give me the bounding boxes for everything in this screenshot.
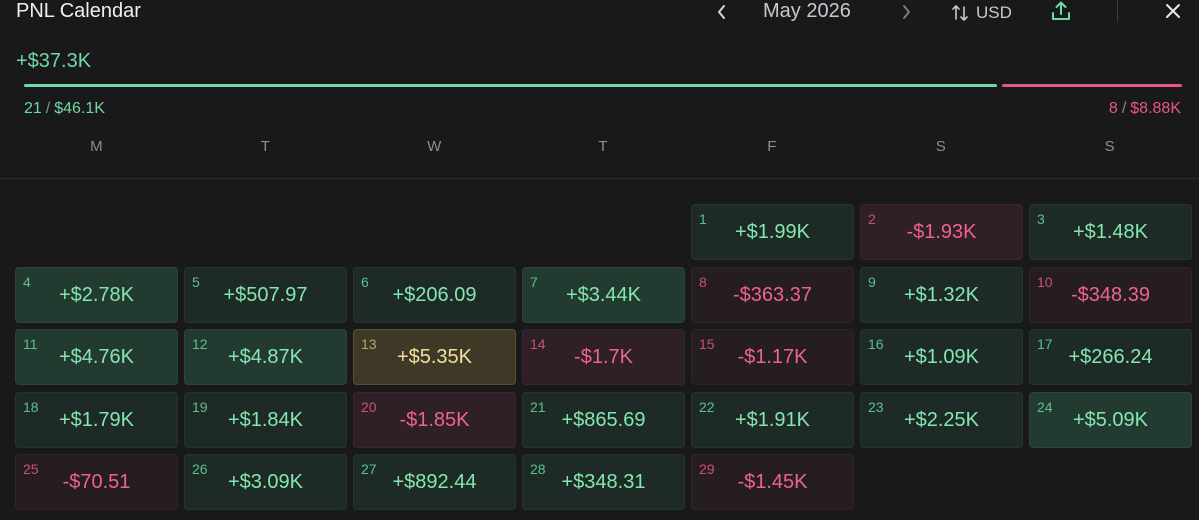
currency-toggle[interactable]: USD: [950, 1, 1012, 25]
calendar-day-cell[interactable]: 25 -$70.51: [15, 454, 178, 510]
day-pnl-value: +$1.48K: [1072, 221, 1149, 243]
day-pnl-value: +$4.87K: [227, 346, 304, 368]
page-title: PNL Calendar: [16, 0, 141, 22]
day-pnl-value: -$70.51: [62, 471, 131, 493]
calendar-day-cell[interactable]: 15 -$1.17K: [691, 329, 854, 385]
month-label: May 2026: [763, 0, 851, 22]
day-pnl-value: +$1.09K: [903, 346, 980, 368]
currency-label: USD: [976, 3, 1012, 22]
calendar-day-cell[interactable]: 14 -$1.7K: [522, 329, 685, 385]
day-pnl-value: +$1.99K: [734, 221, 811, 243]
day-pnl-value: -$348.39: [1071, 283, 1150, 306]
calendar-day-cell[interactable]: 13 +$5.35K: [353, 329, 516, 385]
calendar-day-cell[interactable]: 26 +$3.09K: [184, 454, 347, 510]
calendar-day-cell[interactable]: 8 -$363.37: [691, 266, 854, 323]
weekday-tue: T: [260, 138, 270, 155]
weekday-thu: T: [598, 138, 608, 155]
day-pnl-value: +$3.44K: [565, 283, 642, 306]
day-pnl-value: -$1.93K: [906, 221, 977, 243]
calendar-day-cell[interactable]: 28 +$348.31: [522, 454, 685, 510]
calendar-day-cell[interactable]: 11 +$4.76K: [15, 329, 178, 385]
calendar-day-cell[interactable]: 22 +$1.91K: [691, 391, 854, 448]
calendar-day-cell[interactable]: 3 +$1.48K: [1029, 204, 1192, 260]
loss-amount: $8.88K: [1130, 100, 1181, 117]
total-pnl: +$37.3K: [16, 50, 92, 72]
share-button[interactable]: [1050, 0, 1072, 22]
weekday-mon: M: [90, 138, 103, 155]
day-pnl-value: -$1.17K: [737, 346, 808, 368]
calendar-day-cell[interactable]: 21 +$865.69: [522, 391, 685, 448]
calendar-day-cell[interactable]: 6 +$206.09: [353, 266, 516, 323]
win-separator: /: [45, 100, 51, 117]
day-pnl-value: +$865.69: [561, 408, 646, 431]
loss-separator: /: [1121, 100, 1127, 117]
calendar-day-cell[interactable]: 9 +$1.32K: [860, 266, 1023, 323]
calendar-day-cell[interactable]: 7 +$3.44K: [522, 266, 685, 323]
calendar-day-cell[interactable]: 1 +$1.99K: [691, 204, 854, 260]
loss-ratio-bar: [1002, 84, 1182, 87]
day-pnl-value: +$2.25K: [903, 408, 980, 431]
calendar-day-cell[interactable]: 29 -$1.45K: [691, 454, 854, 510]
calendar-day-cell[interactable]: 23 +$2.25K: [860, 391, 1023, 448]
close-button[interactable]: [1163, 0, 1183, 22]
win-ratio-bar: [24, 84, 997, 87]
weekday-wed: W: [427, 138, 442, 155]
day-pnl-value: +$5.09K: [1072, 408, 1149, 431]
pnl-calendar-panel: PNL Calendar May 2026 USD +$37.3K 21/$46…: [0, 0, 1199, 520]
header-divider: [1117, 0, 1118, 22]
day-pnl-value: -$1.7K: [574, 346, 633, 368]
day-pnl-value: -$1.85K: [399, 408, 470, 431]
chevron-left-icon: [718, 5, 725, 19]
day-pnl-value: +$348.31: [561, 471, 646, 493]
chevron-right-icon: [903, 5, 910, 19]
weekday-sat: S: [935, 138, 946, 155]
day-pnl-value: +$4.76K: [58, 346, 135, 368]
prev-month-button[interactable]: [712, 0, 732, 24]
day-pnl-value: +$1.91K: [734, 408, 811, 431]
win-amount: $46.1K: [54, 100, 105, 117]
calendar-day-cell[interactable]: 16 +$1.09K: [860, 329, 1023, 385]
day-pnl-value: +$206.09: [392, 283, 477, 306]
calendar-day-cell[interactable]: 24 +$5.09K: [1029, 391, 1192, 448]
calendar-day-cell[interactable]: 20 -$1.85K: [353, 391, 516, 448]
calendar-day-cell[interactable]: 5 +$507.97: [184, 266, 347, 323]
win-stat: 21/$46.1K: [24, 100, 105, 118]
calendar-day-cell[interactable]: 18 +$1.79K: [15, 391, 178, 448]
calendar-day-cell[interactable]: 4 +$2.78K: [15, 266, 178, 323]
calendar-day-cell[interactable]: 2 -$1.93K: [860, 204, 1023, 260]
loss-days-count: 8: [1108, 100, 1118, 117]
day-pnl-value: +$1.32K: [903, 283, 980, 306]
weekday-header: M T W T F S S: [12, 138, 1194, 155]
day-pnl-value: +$892.44: [392, 471, 477, 493]
next-month-button[interactable]: [896, 0, 916, 24]
day-pnl-value: -$1.45K: [737, 471, 808, 493]
day-pnl-value: -$363.37: [733, 283, 812, 306]
weekday-sun: S: [1104, 138, 1115, 155]
calendar-day-cell[interactable]: 10 -$348.39: [1029, 266, 1192, 323]
calendar-day-cell[interactable]: 19 +$1.84K: [184, 391, 347, 448]
close-icon: [1166, 4, 1180, 18]
swap-vertical-icon: [952, 5, 968, 21]
win-days-count: 21: [24, 100, 42, 117]
loss-stat: 8/$8.88K: [1109, 100, 1181, 118]
header-separator: [0, 178, 1199, 179]
day-pnl-value: +$3.09K: [227, 471, 304, 493]
day-pnl-value: +$1.79K: [58, 408, 135, 431]
calendar-day-cell[interactable]: 27 +$892.44: [353, 454, 516, 510]
weekday-fri: F: [767, 138, 777, 155]
day-pnl-value: +$5.35K: [396, 346, 473, 368]
calendar-day-cell[interactable]: 12 +$4.87K: [184, 329, 347, 385]
day-pnl-value: +$266.24: [1068, 346, 1153, 368]
day-pnl-value: +$2.78K: [58, 283, 135, 306]
day-pnl-value: +$507.97: [223, 283, 308, 306]
calendar-day-cell[interactable]: 17 +$266.24: [1029, 329, 1192, 385]
day-pnl-value: +$1.84K: [227, 408, 304, 431]
share-upload-icon: [1052, 1, 1070, 20]
